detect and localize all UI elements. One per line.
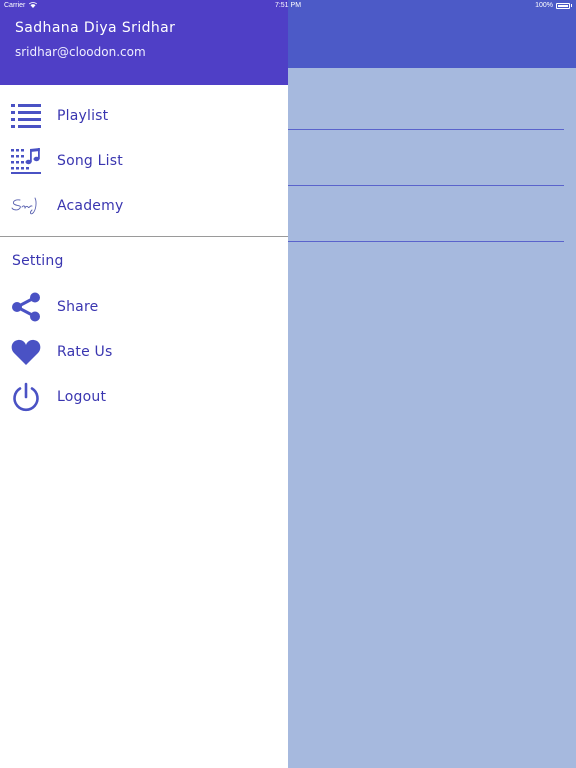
menu-item-label: Song List [57,153,123,169]
menu-item-label: Playlist [57,108,109,124]
navigation-drawer: Sadhana Diya Sridhar sridhar@cloodon.com… [0,0,288,768]
share-icon [10,291,42,323]
menu-item-logout[interactable]: Logout [0,377,288,417]
user-email: sridhar@cloodon.com [15,45,146,59]
drawer-header: Sadhana Diya Sridhar sridhar@cloodon.com [0,0,288,85]
menu-item-label: Share [57,299,99,315]
list-icon [10,100,42,132]
status-bar: Carrier 7:51 PM 100% [0,0,576,12]
menu-item-label: Academy [57,198,124,214]
power-icon [10,381,42,413]
menu-item-playlist[interactable]: Playlist [0,96,288,136]
background-row-divider [288,185,564,186]
menu-item-label: Logout [57,389,107,405]
battery-status: 100% [535,2,572,9]
music-list-icon [10,145,42,177]
menu-divider [0,236,288,237]
signature-logo-icon [10,190,42,222]
status-time: 7:51 PM [274,2,302,9]
background-row-divider [288,129,564,130]
menu-item-share[interactable]: Share [0,287,288,327]
battery-icon [556,2,570,9]
menu-item-song-list[interactable]: Song List [0,141,288,181]
menu-item-label: Rate Us [57,344,113,360]
menu-item-academy[interactable]: Academy [0,186,288,226]
heart-icon [10,336,42,368]
settings-section-title: Setting [12,253,64,269]
background-row-divider [288,241,564,242]
user-name: Sadhana Diya Sridhar [15,20,176,36]
menu-item-rate-us[interactable]: Rate Us [0,332,288,372]
